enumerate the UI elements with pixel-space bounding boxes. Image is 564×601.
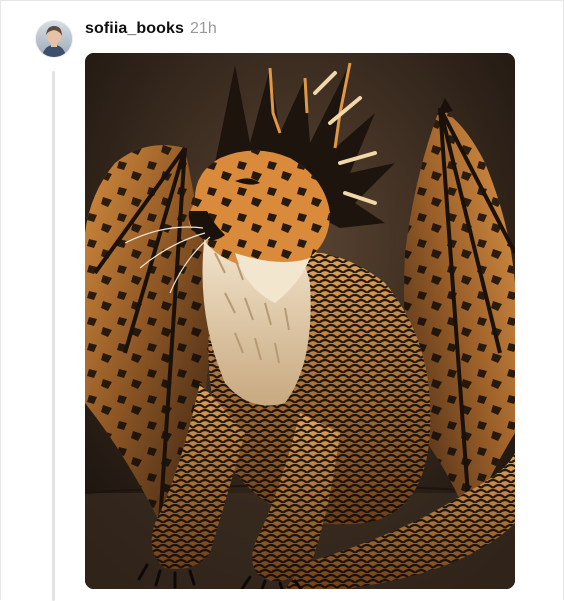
post-header: sofiia_books 21h <box>85 20 217 42</box>
username[interactable]: sofiia_books <box>85 20 184 38</box>
threads-post-frame: sofiia_books 21h <box>0 0 564 601</box>
thread-line <box>52 71 55 601</box>
dragon-artwork-image <box>85 53 515 589</box>
user-avatar-icon <box>36 21 72 57</box>
avatar[interactable] <box>36 21 72 57</box>
post-image[interactable] <box>85 53 515 589</box>
post: sofiia_books 21h <box>1 1 563 601</box>
timestamp: 21h <box>190 20 217 37</box>
